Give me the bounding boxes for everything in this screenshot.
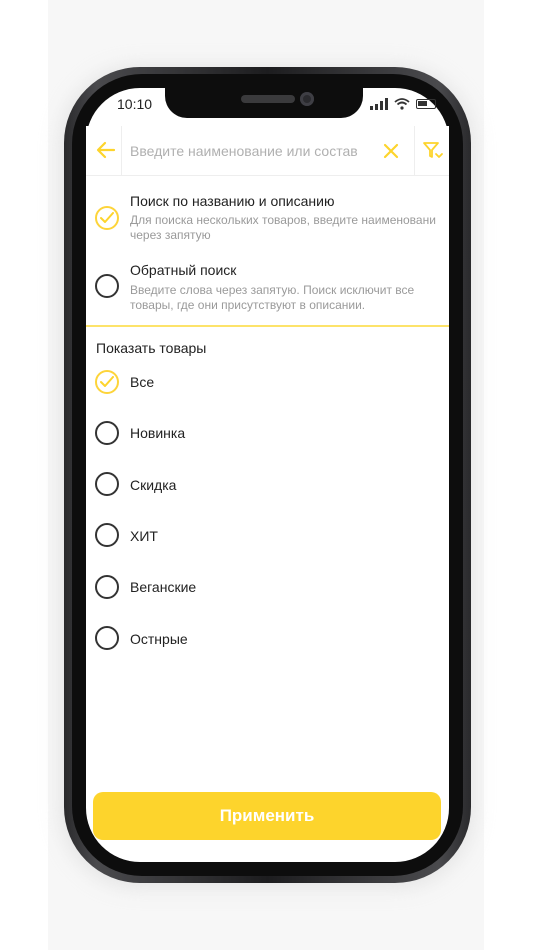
- close-icon: [383, 143, 399, 159]
- camera: [300, 92, 314, 106]
- check-icon: [100, 376, 114, 387]
- back-button[interactable]: [92, 136, 120, 164]
- filter-radio-discount[interactable]: [95, 472, 119, 496]
- filter-radio-all[interactable]: [95, 370, 119, 394]
- filter-label: Новинка: [130, 425, 186, 441]
- filter-label: Веганские: [130, 579, 197, 595]
- filter-button[interactable]: [420, 138, 446, 164]
- filter-label: Остнрые: [130, 631, 188, 647]
- search-mode-title: Поиск по названию и описанию: [130, 193, 335, 209]
- filter-radio-new[interactable]: [95, 421, 119, 445]
- signal-icon: [370, 98, 388, 110]
- section-divider: [86, 325, 449, 327]
- filter-radio-spicy[interactable]: [95, 626, 119, 650]
- apply-button[interactable]: Применить: [93, 792, 441, 840]
- search-mode-description: Введите слова через запятую. Поиск исклю…: [130, 283, 415, 297]
- filter-label: Все: [130, 374, 155, 390]
- search-mode-title: Обратный поиск: [130, 262, 237, 278]
- filter-radio-vegan[interactable]: [95, 575, 119, 599]
- status-icons: [370, 96, 440, 112]
- divider: [414, 126, 415, 176]
- speaker: [241, 95, 295, 103]
- filter-label: Скидка: [130, 477, 177, 493]
- wifi-icon: [394, 98, 410, 110]
- clear-button[interactable]: [378, 138, 404, 164]
- search-mode-description: Для поиска нескольких товаров, введите н…: [130, 213, 436, 227]
- search-input[interactable]: [130, 138, 370, 164]
- section-title: Показать товары: [96, 340, 207, 356]
- search-mode-radio-name[interactable]: [95, 206, 119, 230]
- filter-label: ХИТ: [130, 528, 158, 544]
- filter-icon: [423, 142, 443, 158]
- search-mode-description: товары, где они присутствуют в описании.: [130, 298, 366, 312]
- arrow-left-icon: [96, 141, 116, 159]
- battery-icon: [416, 99, 436, 109]
- search-mode-radio-reverse[interactable]: [95, 274, 119, 298]
- search-mode-description: через запятую: [130, 228, 211, 242]
- filter-radio-hit[interactable]: [95, 523, 119, 547]
- status-time: 10:10: [117, 96, 153, 112]
- check-icon: [100, 212, 114, 223]
- divider: [121, 126, 122, 176]
